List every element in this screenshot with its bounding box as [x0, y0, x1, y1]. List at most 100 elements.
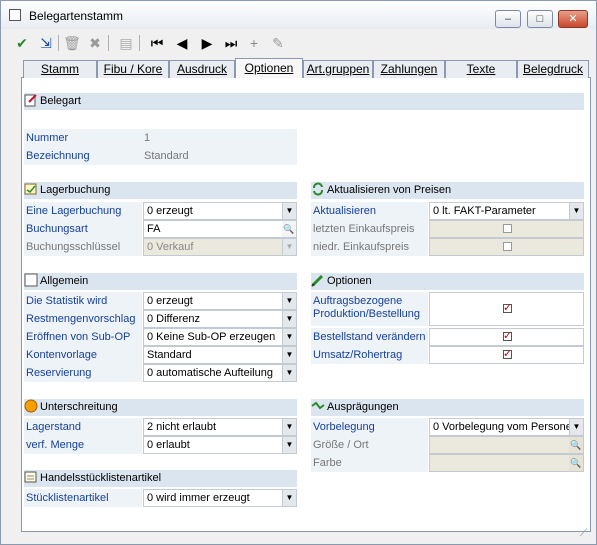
blank-page-icon: [24, 273, 38, 287]
chevron-down-icon[interactable]: ▼: [282, 293, 296, 309]
variants-icon: [311, 399, 325, 413]
niedr-einkaufspreis-checkbox[interactable]: [503, 242, 512, 251]
kontenvorlage-select[interactable]: Standard ▼: [143, 346, 297, 364]
sub-op-select[interactable]: 0 Keine Sub-OP erzeugen ▼: [143, 328, 297, 346]
kontenvorlage-label: Kontenvorlage: [24, 346, 142, 364]
section-unterschreitung: Unterschreitung: [24, 399, 297, 416]
umsatz-rohertrag-cell: [429, 346, 584, 364]
bezeichnung-value: Standard: [142, 147, 297, 165]
letzten-einkaufspreis-checkbox[interactable]: [503, 224, 512, 233]
stuecklistenartikel-select[interactable]: 0 wird immer erzeugt ▼: [143, 489, 297, 507]
maximize-button[interactable]: □: [527, 10, 553, 28]
lagerbuchung-wird-label: Eine Lagerbuchung wird: [24, 202, 142, 235]
statistik-select[interactable]: 0 erzeugt ▼: [143, 292, 297, 310]
first-record-icon[interactable]: ⏮: [148, 34, 166, 52]
nummer-value: 1: [142, 129, 297, 147]
save-exit-icon[interactable]: ⇲: [37, 34, 55, 52]
lookup-icon: 🔍: [569, 437, 583, 453]
niedr-einkaufspreis-cell: [429, 238, 584, 256]
toolbar-separator: [139, 35, 140, 51]
section-aktualisieren: Aktualisieren von Preisen: [311, 182, 584, 199]
bestellstand-cell: [429, 328, 584, 346]
window-title: Belegartenstamm: [29, 9, 124, 23]
last-record-icon[interactable]: ⏭: [222, 34, 240, 52]
tab-ausdruck[interactable]: Ausdruck: [169, 60, 235, 78]
tab-optionen[interactable]: Optionen: [235, 58, 303, 79]
vorbelegung-select[interactable]: 0 Vorbelegung vom Personenkonto▼: [429, 418, 584, 436]
stock-booking-icon: [24, 182, 38, 196]
edit-document-icon: [24, 93, 38, 107]
reservierung-select[interactable]: 0 automatische Aufteilung ▼: [143, 364, 297, 382]
buchungsschluessel-select: 0 Verkauf ▼: [143, 238, 297, 256]
toolbar-separator: [58, 35, 59, 51]
buchungsart-input[interactable]: FA 🔍: [143, 220, 297, 238]
restmengenvorschlag-select[interactable]: 0 Differenz ▼: [143, 310, 297, 328]
refresh-icon: [311, 182, 325, 196]
tab-art-gruppen[interactable]: Art.gruppen: [303, 60, 373, 78]
note-icon: [24, 470, 38, 484]
bezeichnung-label: Bezeichnung: [24, 147, 142, 165]
print-icon[interactable]: ▤: [117, 34, 135, 52]
aktualisieren-select[interactable]: 0 lt. FAKT-Parameter ▼: [429, 202, 584, 220]
buchungsart-label: Buchungsart: [24, 220, 142, 238]
letzten-einkaufspreis-cell: [429, 220, 584, 238]
niedr-einkaufspreis-label: niedr. Einkaufspreis: [311, 238, 428, 256]
chevron-down-icon: ▼: [282, 239, 296, 255]
lookup-icon: 🔍: [569, 455, 583, 471]
tab-stamm[interactable]: Stamm: [23, 60, 97, 78]
lagerstand-label: Lagerstand: [24, 418, 142, 436]
close-button[interactable]: ✕: [558, 10, 588, 28]
next-record-icon[interactable]: ▶: [198, 34, 216, 52]
section-lagerbuchung: Lagerbuchung: [24, 182, 297, 199]
lagerbuchung-wird-select[interactable]: 0 erzeugt ▼: [143, 202, 297, 220]
chevron-down-icon[interactable]: ▼: [569, 419, 583, 435]
bestellstand-checkbox[interactable]: [503, 329, 512, 344]
auftragsbezogene-checkbox[interactable]: [503, 300, 512, 316]
chevron-down-icon[interactable]: ▼: [569, 203, 583, 219]
statistik-label: Die Statistik wird: [24, 292, 142, 310]
farbe-input: 🔍: [429, 454, 584, 472]
chevron-down-icon[interactable]: ▼: [282, 437, 296, 453]
sub-op-label: Eröffnen von Sub-OP: [24, 328, 142, 346]
tab-zahlungen[interactable]: Zahlungen: [373, 60, 445, 78]
section-allgemein: Allgemein: [24, 273, 297, 290]
cancel-icon[interactable]: ✖: [86, 34, 104, 52]
chevron-down-icon[interactable]: ▼: [282, 490, 296, 506]
tab-fibu-kore[interactable]: Fibu / Kore: [97, 60, 169, 78]
toolbar: ✔ ⇲ 🗑 ✖ ▤ ⏮ ◀ ▶ ⏭ + ✎: [7, 31, 593, 55]
auftragsbezogene-cell: [429, 292, 584, 326]
verf-menge-select[interactable]: 0 erlaubt ▼: [143, 436, 297, 454]
verf-menge-label: verf. Menge: [24, 436, 142, 454]
edit-icon[interactable]: ✎: [269, 34, 287, 52]
chevron-down-icon[interactable]: ▼: [282, 203, 296, 219]
new-record-icon[interactable]: +: [245, 34, 263, 52]
previous-record-icon[interactable]: ◀: [173, 34, 191, 52]
checkmark-icon[interactable]: ✔: [13, 34, 31, 52]
lookup-icon[interactable]: 🔍: [282, 221, 296, 237]
resize-grip-icon[interactable]: ⟋: [580, 528, 592, 540]
auftragsbezogene-label: Auftragsbezogene Produktion/Bestellung: [311, 292, 428, 326]
optionen-panel: Belegart Nummer 1 Bezeichnung Standard L…: [21, 78, 591, 532]
vorbelegung-label: Vorbelegung: [311, 418, 428, 436]
delete-icon[interactable]: 🗑: [63, 34, 81, 52]
tab-belegdruck[interactable]: Belegdruck: [517, 60, 589, 78]
section-optionen: Optionen: [311, 273, 584, 290]
groesse-ort-input: 🔍: [429, 436, 584, 454]
farbe-label: Farbe: [311, 454, 428, 472]
groesse-ort-label: Größe / Ort: [311, 436, 428, 454]
letzten-einkaufspreis-label: letzten Einkaufspreis: [311, 220, 428, 238]
warning-light-icon: [24, 399, 38, 413]
section-belegart: Belegart: [24, 93, 584, 110]
lagerstand-select[interactable]: 2 nicht erlaubt ▼: [143, 418, 297, 436]
tab-texte[interactable]: Texte: [445, 60, 517, 78]
chevron-down-icon[interactable]: ▼: [282, 347, 296, 363]
chevron-down-icon[interactable]: ▼: [282, 311, 296, 327]
chevron-down-icon[interactable]: ▼: [282, 419, 296, 435]
umsatz-rohertrag-checkbox[interactable]: [503, 347, 512, 362]
chevron-down-icon[interactable]: ▼: [282, 365, 296, 381]
chevron-down-icon[interactable]: ▼: [282, 329, 296, 345]
aktualisieren-label: Aktualisieren: [311, 202, 428, 220]
minimize-button[interactable]: –: [495, 10, 521, 28]
umsatz-rohertrag-label: Umsatz/Rohertrag: [311, 346, 428, 364]
reservierung-label: Reservierung: [24, 364, 142, 382]
